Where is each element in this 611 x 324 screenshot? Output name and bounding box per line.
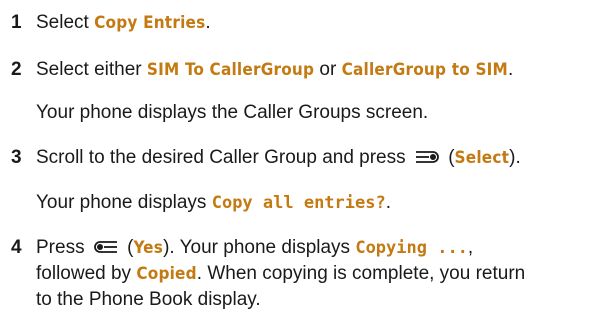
command-label: Yes — [133, 238, 164, 258]
text-segment: followed by — [36, 263, 137, 284]
step-text: Select either SIM To CallerGroup or Call… — [36, 58, 513, 82]
text-segment: or — [314, 59, 342, 80]
text-segment: ). Your phone displays — [163, 237, 356, 258]
text-segment: Your phone displays — [36, 192, 212, 213]
command-label: CallerGroup to SIM — [341, 60, 508, 80]
step-number: 1 — [11, 12, 22, 33]
command-label: Copy Entries — [94, 13, 206, 33]
text-segment: . — [205, 12, 211, 33]
text-segment: ). — [509, 147, 521, 168]
text-segment: Select — [36, 12, 95, 33]
result-text: Your phone displays Copy all entries?. — [36, 191, 391, 215]
text-segment: ( — [121, 237, 134, 258]
text-segment: , — [467, 237, 474, 258]
text-segment: Press — [36, 237, 90, 258]
step-number: 4 — [11, 237, 22, 258]
command-label: Copy all entries? — [211, 193, 386, 213]
command-label: Copying ... — [355, 238, 468, 258]
text-segment: . — [385, 192, 391, 213]
text-segment: Scroll to the desired Caller Group and p… — [36, 147, 411, 168]
text-segment: . When copying is complete, you return — [196, 263, 526, 284]
step-number: 3 — [11, 147, 22, 168]
command-label: Copied — [136, 264, 197, 284]
step-text: to the Phone Book display. — [36, 289, 261, 310]
step-text: Scroll to the desired Caller Group and p… — [36, 146, 521, 170]
text-segment: ( — [442, 147, 455, 168]
step-text: Press (Yes). Your phone displays Copying… — [36, 236, 473, 260]
left-soft-key-icon — [93, 240, 119, 254]
right-soft-key-icon — [414, 150, 440, 164]
result-text: Your phone displays the Caller Groups sc… — [36, 102, 429, 123]
command-label: SIM To CallerGroup — [146, 60, 315, 80]
text-segment: Select either — [36, 59, 147, 80]
command-label: Select — [454, 148, 510, 168]
step-text: Select Copy Entries. — [36, 11, 211, 35]
text-segment: . — [507, 59, 514, 80]
step-number: 2 — [11, 59, 22, 80]
step-text: followed by Copied. When copying is comp… — [36, 262, 525, 286]
